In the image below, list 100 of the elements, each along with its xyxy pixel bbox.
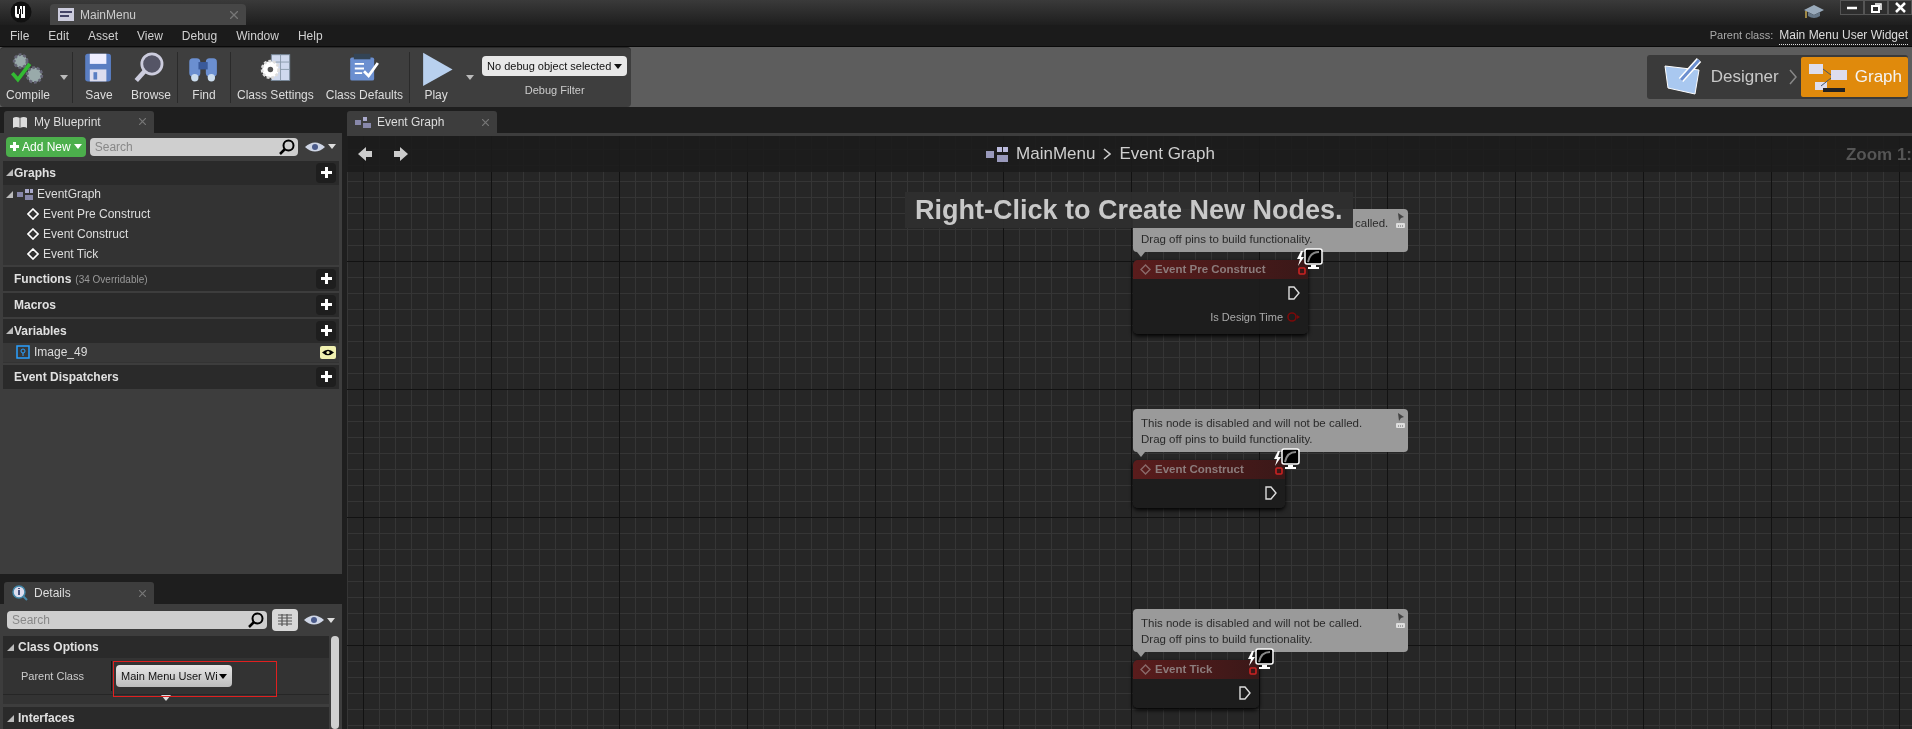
section-title: Macros bbox=[14, 296, 57, 314]
expand-arrow-icon bbox=[161, 695, 171, 701]
arrow-left-icon bbox=[357, 146, 373, 162]
caret-icon bbox=[73, 144, 82, 150]
event-item[interactable]: Event Pre Construct bbox=[3, 203, 339, 224]
toolbar-button[interactable]: Class Settings bbox=[231, 48, 320, 107]
menu-item[interactable]: File bbox=[4, 26, 36, 45]
expanded-triangle-icon bbox=[6, 190, 13, 198]
parent-class-link[interactable]: Main Menu User Widget bbox=[1779, 26, 1908, 45]
view-options-button[interactable] bbox=[303, 614, 335, 626]
pin-label: Is Design Time bbox=[1210, 310, 1283, 325]
bool-pin-icon bbox=[1287, 312, 1300, 323]
search-field[interactable]: Search bbox=[89, 137, 298, 156]
delegate-pin-icon bbox=[1249, 667, 1257, 675]
chevron-right-icon bbox=[1103, 148, 1112, 160]
eye-icon bbox=[303, 614, 325, 626]
plus-icon bbox=[320, 167, 332, 179]
menu-item[interactable]: View bbox=[131, 26, 169, 45]
close-icon bbox=[139, 118, 146, 126]
eye-icon bbox=[322, 348, 334, 356]
view-options-button[interactable] bbox=[304, 140, 336, 153]
close-icon bbox=[482, 118, 489, 126]
menu-item[interactable]: Edit bbox=[42, 26, 76, 45]
plus-icon bbox=[10, 142, 19, 152]
graph-icon bbox=[986, 146, 1009, 162]
toolbar-button[interactable]: Play bbox=[410, 48, 463, 107]
section-header[interactable]: Graphs bbox=[3, 160, 339, 185]
section-header[interactable]: Event Dispatchers bbox=[3, 364, 339, 389]
parent-class-dropdown[interactable]: Main Menu User Wi bbox=[116, 665, 232, 687]
minimize-icon bbox=[1847, 5, 1857, 10]
close-icon bbox=[139, 589, 146, 597]
section-header[interactable]: Class Options bbox=[3, 636, 329, 658]
node-title: Event Pre Construct bbox=[1155, 261, 1266, 277]
image-variable-icon bbox=[16, 345, 30, 360]
info-icon bbox=[12, 585, 28, 602]
minimize-button[interactable] bbox=[1840, 0, 1864, 15]
graph-canvas[interactable] bbox=[347, 133, 1912, 729]
mode-tab[interactable]: Designer bbox=[1656, 57, 1785, 97]
panel-tab[interactable]: My Blueprint bbox=[4, 111, 154, 133]
toolbar-button[interactable]: Compile bbox=[0, 48, 56, 107]
lightning-monitor-icon bbox=[1247, 648, 1275, 672]
caret-icon bbox=[614, 63, 623, 69]
scrollbar-thumb[interactable] bbox=[331, 636, 339, 729]
plus-icon bbox=[320, 273, 332, 285]
zoom-label: Zoom 1: bbox=[1845, 144, 1912, 166]
comment-text: Drag off pins to build functionality. bbox=[1141, 632, 1313, 647]
forward-button[interactable] bbox=[393, 146, 409, 162]
diamond-icon bbox=[1140, 464, 1151, 475]
plus-icon bbox=[320, 325, 332, 337]
grid-icon bbox=[278, 614, 292, 626]
graph-icon bbox=[355, 116, 371, 128]
event-item[interactable]: Event Construct bbox=[3, 223, 339, 244]
property-label: Parent Class bbox=[20, 668, 85, 684]
menu-item[interactable]: Window bbox=[230, 26, 285, 45]
toolbar-button[interactable]: Class Defaults bbox=[319, 48, 410, 107]
document-tab[interactable]: MainMenu bbox=[50, 4, 246, 25]
section-header[interactable]: Variables bbox=[3, 318, 339, 343]
visibility-toggle[interactable] bbox=[320, 345, 336, 359]
caret-icon bbox=[327, 617, 335, 623]
plus-icon bbox=[320, 299, 332, 311]
caret-icon bbox=[60, 75, 68, 80]
menu-item[interactable]: Help bbox=[291, 26, 329, 45]
breadcrumb-item[interactable]: MainMenu bbox=[1016, 141, 1096, 167]
debug-object-dropdown[interactable]: No debug object selected bbox=[482, 56, 628, 77]
toolbar-button[interactable]: Save bbox=[73, 48, 125, 107]
caret-icon bbox=[466, 75, 475, 80]
toolbar-button[interactable]: Browse bbox=[125, 48, 178, 107]
diamond-icon bbox=[1140, 664, 1151, 675]
search-field[interactable]: Search bbox=[7, 611, 267, 629]
panel-tab[interactable]: Details bbox=[4, 582, 154, 604]
section-count: (34 Overridable) bbox=[75, 272, 148, 287]
add-button[interactable] bbox=[316, 320, 336, 341]
toolbar-button[interactable]: Find bbox=[178, 48, 231, 107]
exec-pin-icon bbox=[1239, 686, 1251, 700]
add-button[interactable] bbox=[316, 294, 336, 315]
menu-item[interactable]: Debug bbox=[175, 26, 224, 45]
section-header[interactable]: Functions (34 Overridable) bbox=[3, 266, 339, 291]
comment-text: This node is disabled and will not be called. bbox=[1141, 616, 1363, 631]
section-header[interactable]: Interfaces bbox=[3, 707, 329, 729]
add-button[interactable] bbox=[316, 268, 336, 289]
graph-item[interactable]: EventGraph bbox=[3, 184, 339, 204]
breadcrumb-item[interactable]: Event Graph bbox=[1119, 141, 1215, 167]
diamond-icon bbox=[27, 207, 39, 220]
arrow-right-icon bbox=[393, 146, 409, 162]
pointer-tail-icon bbox=[1137, 652, 1145, 657]
section-header[interactable]: Macros bbox=[3, 292, 339, 317]
close-icon bbox=[1894, 2, 1906, 13]
delegate-pin-icon bbox=[1275, 467, 1283, 475]
property-matrix-button[interactable] bbox=[272, 609, 298, 631]
back-button[interactable] bbox=[357, 146, 373, 162]
add-button[interactable] bbox=[316, 162, 336, 183]
menu-item[interactable]: Asset bbox=[82, 26, 125, 45]
panel-tab[interactable]: Event Graph bbox=[347, 111, 497, 133]
restore-button[interactable] bbox=[1864, 0, 1888, 15]
parent-class-label: Parent class: bbox=[1709, 28, 1774, 44]
close-button[interactable] bbox=[1888, 0, 1912, 15]
comment-text: Drag off pins to build functionality. bbox=[1141, 232, 1313, 247]
debug-filter-label: Debug Filter bbox=[524, 83, 585, 99]
add-button[interactable] bbox=[316, 366, 336, 387]
event-item[interactable]: Event Tick bbox=[3, 243, 339, 264]
